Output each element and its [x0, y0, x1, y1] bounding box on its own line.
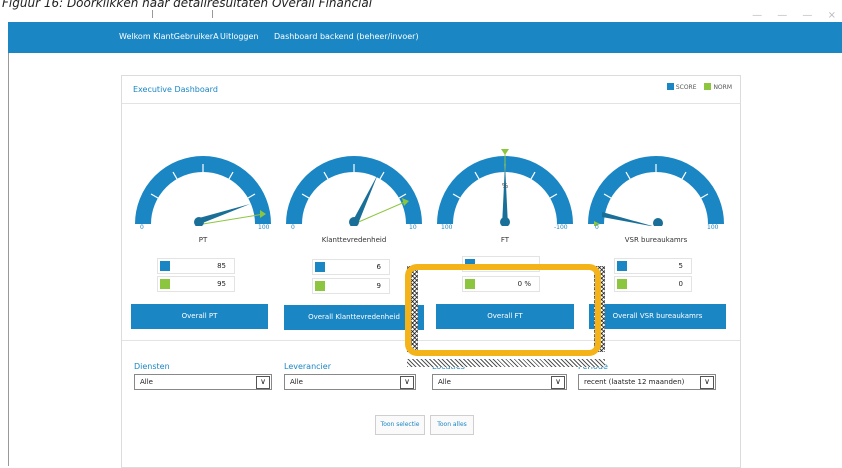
- gauge-center-label: %: [502, 182, 509, 190]
- logout-link[interactable]: Uitloggen: [220, 32, 258, 41]
- backend-link[interactable]: Dashboard backend (beheer/invoer): [274, 32, 419, 41]
- gauge-title: Klanttevredenheid: [321, 236, 387, 244]
- hatch-bottom-marker: [407, 359, 605, 367]
- diensten-select[interactable]: Alle ∨: [134, 374, 272, 390]
- gauge-max-label: 10: [409, 224, 417, 231]
- select-value: recent (laatste 12 maanden): [584, 378, 685, 386]
- chevron-down-icon[interactable]: ∨: [700, 376, 714, 389]
- gauge-max-label: 100: [707, 224, 719, 231]
- gauge-min-label: 0: [291, 224, 295, 231]
- gauge-min-label: 0: [140, 224, 144, 231]
- show-selection-button[interactable]: Toon selectie: [375, 415, 425, 435]
- norm-value: 0: [678, 280, 683, 288]
- gauge-title: VSR bureaukamrs: [624, 236, 688, 244]
- gauge-ft: % 100 -100 FT: [435, 146, 575, 246]
- top-navbar: Welkom KlantGebruikerA Uitloggen Dashboa…: [8, 22, 842, 53]
- norm-swatch-icon: [160, 279, 170, 289]
- score-swatch-icon: [160, 261, 170, 271]
- gauge-title: PT: [198, 236, 208, 244]
- chevron-down-icon[interactable]: ∨: [400, 376, 414, 389]
- welcome-link[interactable]: Welkom KlantGebruikerA: [119, 32, 219, 41]
- filter-label-leverancier: Leverancier: [284, 362, 331, 371]
- gauge-vsr: 0 100 VSR bureaukamrs: [586, 146, 726, 246]
- window-buttons-icon[interactable]: — — — ⨯: [752, 10, 842, 21]
- score-value: 6: [376, 263, 381, 271]
- score-value: 85: [217, 262, 226, 270]
- legend-norm: NORM: [713, 84, 732, 91]
- overall-klanttevredenheid-button[interactable]: Overall Klanttevredenheid: [284, 305, 424, 330]
- score-swatch-icon: [666, 83, 674, 90]
- panel-divider: [122, 103, 740, 104]
- norm-swatch-icon: [315, 281, 325, 291]
- select-value: Alle: [140, 378, 153, 386]
- select-value: Alle: [290, 378, 303, 386]
- gauge-title: FT: [500, 236, 510, 244]
- gauge-min-label: 100: [441, 224, 453, 231]
- leverancier-select[interactable]: Alle ∨: [284, 374, 416, 390]
- show-all-button[interactable]: Toon alles: [430, 415, 474, 435]
- overall-pt-button[interactable]: Overall PT: [131, 304, 268, 329]
- norm-swatch-icon: [704, 83, 712, 90]
- kt-score-box: 6: [312, 259, 390, 275]
- vsr-score-box: 5: [614, 258, 692, 274]
- gauge-max-label: -100: [554, 224, 568, 231]
- figure-caption: Figuur 16: Doorklikken naar detailresult…: [2, 0, 373, 10]
- gauge-klanttevredenheid: 0 10 Klanttevredenheid: [284, 146, 424, 246]
- norm-value: 95: [217, 280, 226, 288]
- chevron-down-icon[interactable]: ∨: [256, 376, 270, 389]
- panel-title: Executive Dashboard: [133, 85, 218, 94]
- frame-border: [8, 53, 9, 466]
- filter-label-diensten: Diensten: [134, 362, 170, 371]
- score-swatch-icon: [617, 261, 627, 271]
- score-value: 5: [678, 262, 683, 270]
- score-swatch-icon: [315, 262, 325, 272]
- browser-strip: — — — ⨯: [0, 10, 842, 22]
- gauge-min-label: 0: [595, 224, 599, 231]
- legend: SCORE NORM: [666, 83, 732, 91]
- norm-value: 9: [376, 282, 381, 290]
- pt-score-box: 85: [157, 258, 235, 274]
- overall-vsr-button[interactable]: Overall VSR bureaukamrs: [589, 304, 726, 329]
- gauge-max-label: 100: [258, 224, 270, 231]
- kt-norm-box: 9: [312, 278, 390, 294]
- legend-score: SCORE: [675, 84, 697, 91]
- vsr-norm-box: 0: [614, 276, 692, 292]
- chevron-down-icon[interactable]: ∨: [551, 376, 565, 389]
- locaties-select[interactable]: Alle ∨: [432, 374, 567, 390]
- select-value: Alle: [438, 378, 451, 386]
- norm-swatch-icon: [617, 279, 627, 289]
- highlight-annotation: [405, 264, 601, 356]
- gauge-pt: 0 100 PT: [133, 146, 273, 246]
- periode-select[interactable]: recent (laatste 12 maanden) ∨: [578, 374, 716, 390]
- pt-norm-box: 95: [157, 276, 235, 292]
